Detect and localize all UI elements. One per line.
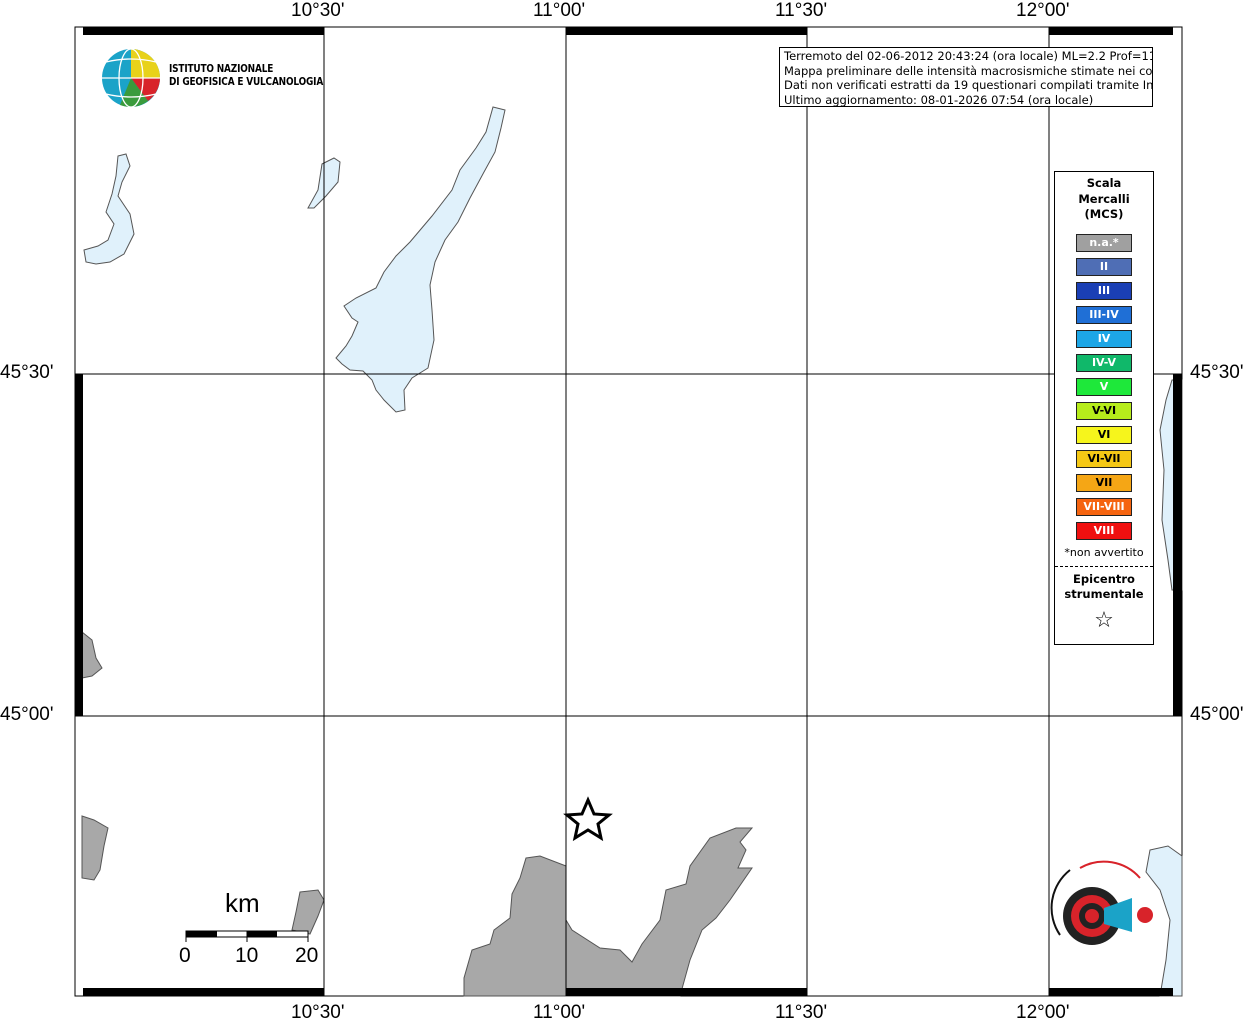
legend-epi-line-1: Epicentro: [1073, 571, 1135, 586]
tick-bottom-1100: 11°00': [533, 1002, 586, 1023]
tick-bottom-1030: 10°30': [291, 1002, 345, 1023]
legend-star-icon: ☆: [1094, 607, 1114, 633]
mcs-legend: Scala Mercalli (MCS) n.a.* II III III-IV IV I…: [1054, 171, 1154, 645]
legend-swatch-vi-vii: VI-VII: [1076, 449, 1132, 468]
event-info-box: Terremoto del 02-06-2012 20:43:24 (ora l…: [779, 47, 1153, 107]
ingv-logo-icon: [102, 48, 160, 108]
info-line-2: Mappa preliminare delle intensità macros…: [784, 63, 1153, 78]
tick-right-4530: 45°30': [1190, 362, 1244, 383]
legend-swatch-viii: VIII: [1076, 521, 1132, 540]
legend-title-2: Mercalli: [1078, 191, 1130, 206]
scale-label-20: 20: [295, 944, 319, 967]
legend-swatch-vii: VII: [1076, 473, 1132, 492]
legend-title: Scala Mercalli (MCS): [1055, 176, 1153, 223]
tick-top-1130: 11°30': [775, 0, 828, 21]
info-line-3: Dati non verificati estratti da 19 quest…: [784, 78, 1153, 93]
legend-swatch-v: V: [1076, 377, 1132, 396]
legend-swatches: n.a.* II III III-IV IV IV-V V V-VI VI VI-VII VII VI…: [1055, 233, 1153, 540]
legend-swatch-iv: IV: [1076, 329, 1132, 348]
info-line-4: Ultimo aggiornamento: 08-01-2026 07:54 (…: [784, 92, 1094, 107]
tick-right-4500: 45°00': [1190, 704, 1244, 725]
info-line-1: Terremoto del 02-06-2012 20:43:24 (ora l…: [784, 49, 1153, 63]
ingv-logo-text: ISTITUTO NAZIONALE DI GEOFISICA E VULCAN…: [169, 63, 323, 89]
map-frame: [74, 26, 1183, 997]
tick-top-1200: 12°00': [1016, 0, 1070, 21]
scale-label-10: 10: [235, 944, 259, 967]
legend-separator: [1055, 565, 1153, 567]
legend-swatch-n-a: n.a.*: [1076, 233, 1132, 252]
tick-bottom-1130: 11°30': [775, 1002, 828, 1023]
legend-note: *non avvertito: [1064, 545, 1144, 559]
legend-swatch-vii-viii: VII-VIII: [1076, 497, 1132, 516]
logo-line-1: ISTITUTO NAZIONALE: [169, 63, 274, 75]
legend-swatch-iv-v: IV-V: [1076, 353, 1132, 372]
legend-swatch-vi: VI: [1076, 425, 1132, 444]
tick-top-1100: 11°00': [533, 0, 586, 21]
tick-top-1030: 10°30': [291, 0, 345, 21]
tick-bottom-1200: 12°00': [1016, 1002, 1070, 1023]
legend-swatch-iii: III: [1076, 281, 1132, 300]
tick-left-4500: 45°00': [0, 704, 54, 725]
legend-title-3: (MCS): [1084, 207, 1124, 221]
tick-left-4530: 45°30': [0, 362, 54, 383]
legend-title-1: Scala: [1086, 176, 1122, 190]
legend-epi-line-2: strumentale: [1064, 587, 1144, 601]
legend-swatch-ii: II: [1076, 257, 1132, 276]
scale-label-0: 0: [179, 944, 191, 967]
legend-epicenter-label: Epicentro strumentale: [1055, 572, 1153, 603]
legend-swatch-iii-iv: III-IV: [1076, 305, 1132, 324]
logo-line-2: DI GEOFISICA E VULCANOLOGIA: [169, 76, 324, 88]
legend-swatch-v-vi: V-VI: [1076, 401, 1132, 420]
scale-unit: km: [225, 888, 260, 918]
